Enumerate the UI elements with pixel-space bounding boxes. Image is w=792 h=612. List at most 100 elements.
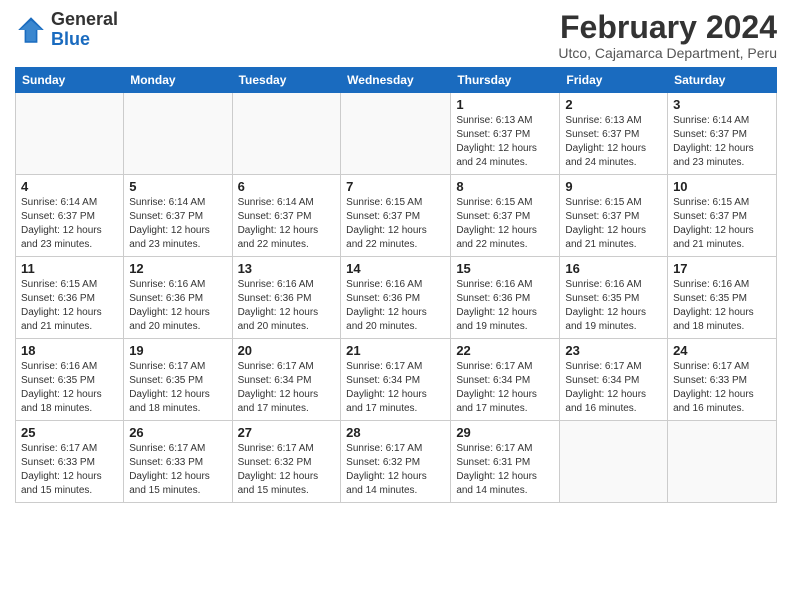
day-info: Sunrise: 6:16 AMSunset: 6:36 PMDaylight:… (456, 278, 554, 334)
calendar-cell (341, 93, 451, 175)
day-number: 20 (238, 343, 336, 358)
calendar-week-row: 11 Sunrise: 6:15 AMSunset: 6:36 PMDayligh… (16, 257, 777, 339)
calendar-week-row: 1Sunrise: 6:13 AMSunset: 6:37 PMDaylight… (16, 93, 777, 175)
day-number: 24 (673, 343, 771, 358)
day-number: 11 (21, 261, 118, 276)
weekday-header: Tuesday (232, 68, 341, 93)
day-info: Sunrise: 6:16 AMSunset: 6:36 PMDaylight:… (129, 278, 226, 334)
calendar-cell (668, 421, 777, 503)
day-info: Sunrise: 6:14 AMSunset: 6:37 PMDaylight:… (129, 196, 226, 252)
weekday-header: Monday (124, 68, 232, 93)
weekday-header-row: SundayMondayTuesdayWednesdayThursdayFrid… (16, 68, 777, 93)
day-info: Sunrise: 6:16 AMSunset: 6:36 PMDaylight:… (346, 278, 445, 334)
calendar-cell: 13Sunrise: 6:16 AMSunset: 6:36 PMDayligh… (232, 257, 341, 339)
day-number: 2 (565, 97, 662, 112)
day-info: Sunrise: 6:15 AMSunset: 6:37 PMDaylight:… (565, 196, 662, 252)
calendar-cell: 24 Sunrise: 6:17 AMSunset: 6:33 PMDayligh… (668, 339, 777, 421)
day-info: Sunrise: 6:15 AMSunset: 6:36 PMDaylight:… (21, 278, 118, 334)
page: General Blue February 2024 Utco, Cajamar… (0, 0, 792, 612)
day-number: 26 (129, 425, 226, 440)
calendar-cell: 12 Sunrise: 6:16 AMSunset: 6:36 PMDayligh… (124, 257, 232, 339)
calendar-cell: 10Sunrise: 6:15 AMSunset: 6:37 PMDayligh… (668, 175, 777, 257)
day-info: Sunrise: 6:13 AMSunset: 6:37 PMDaylight:… (565, 114, 662, 170)
day-number: 16 (565, 261, 662, 276)
weekday-header: Saturday (668, 68, 777, 93)
calendar-cell: 14 Sunrise: 6:16 AMSunset: 6:36 PMDayligh… (341, 257, 451, 339)
weekday-header: Friday (560, 68, 668, 93)
day-info: Sunrise: 6:16 AMSunset: 6:35 PMDaylight:… (673, 278, 771, 334)
calendar-cell: 19 Sunrise: 6:17 AMSunset: 6:35 PMDayligh… (124, 339, 232, 421)
calendar-cell: 5 Sunrise: 6:14 AMSunset: 6:37 PMDaylight… (124, 175, 232, 257)
calendar-cell: 22 Sunrise: 6:17 AMSunset: 6:34 PMDayligh… (451, 339, 560, 421)
day-info: Sunrise: 6:17 AMSunset: 6:34 PMDaylight:… (456, 360, 554, 416)
logo-blue: Blue (51, 30, 118, 50)
weekday-header: Sunday (16, 68, 124, 93)
title-area: February 2024 Utco, Cajamarca Department… (558, 10, 777, 61)
day-info: Sunrise: 6:17 AMSunset: 6:33 PMDaylight:… (673, 360, 771, 416)
day-info: Sunrise: 6:17 AMSunset: 6:32 PMDaylight:… (346, 442, 445, 498)
day-info: Sunrise: 6:17 AMSunset: 6:33 PMDaylight:… (21, 442, 118, 498)
calendar-cell (124, 93, 232, 175)
day-number: 18 (21, 343, 118, 358)
day-number: 4 (21, 179, 118, 194)
day-info: Sunrise: 6:15 AMSunset: 6:37 PMDaylight:… (673, 196, 771, 252)
day-number: 14 (346, 261, 445, 276)
calendar-cell: 18 Sunrise: 6:16 AMSunset: 6:35 PMDayligh… (16, 339, 124, 421)
weekday-header: Thursday (451, 68, 560, 93)
calendar-cell: 26 Sunrise: 6:17 AMSunset: 6:33 PMDayligh… (124, 421, 232, 503)
day-number: 6 (238, 179, 336, 194)
logo: General Blue (15, 10, 118, 50)
day-number: 19 (129, 343, 226, 358)
calendar-cell: 23Sunrise: 6:17 AMSunset: 6:34 PMDayligh… (560, 339, 668, 421)
day-number: 25 (21, 425, 118, 440)
calendar-cell: 25 Sunrise: 6:17 AMSunset: 6:33 PMDayligh… (16, 421, 124, 503)
day-number: 29 (456, 425, 554, 440)
day-info: Sunrise: 6:17 AMSunset: 6:34 PMDaylight:… (565, 360, 662, 416)
calendar-cell: 20 Sunrise: 6:17 AMSunset: 6:34 PMDayligh… (232, 339, 341, 421)
day-number: 5 (129, 179, 226, 194)
calendar-cell: 4 Sunrise: 6:14 AMSunset: 6:37 PMDaylight… (16, 175, 124, 257)
calendar: SundayMondayTuesdayWednesdayThursdayFrid… (15, 67, 777, 503)
subtitle: Utco, Cajamarca Department, Peru (558, 45, 777, 61)
day-info: Sunrise: 6:17 AMSunset: 6:33 PMDaylight:… (129, 442, 226, 498)
logo-general: General (51, 10, 118, 30)
calendar-cell: 28Sunrise: 6:17 AMSunset: 6:32 PMDayligh… (341, 421, 451, 503)
calendar-cell: 17 Sunrise: 6:16 AMSunset: 6:35 PMDayligh… (668, 257, 777, 339)
calendar-cell: 29Sunrise: 6:17 AMSunset: 6:31 PMDayligh… (451, 421, 560, 503)
day-number: 12 (129, 261, 226, 276)
calendar-cell: 15 Sunrise: 6:16 AMSunset: 6:36 PMDayligh… (451, 257, 560, 339)
logo-icon (15, 14, 47, 46)
day-info: Sunrise: 6:15 AMSunset: 6:37 PMDaylight:… (346, 196, 445, 252)
calendar-cell: 1Sunrise: 6:13 AMSunset: 6:37 PMDaylight… (451, 93, 560, 175)
day-number: 17 (673, 261, 771, 276)
calendar-week-row: 4 Sunrise: 6:14 AMSunset: 6:37 PMDaylight… (16, 175, 777, 257)
day-number: 9 (565, 179, 662, 194)
day-number: 15 (456, 261, 554, 276)
calendar-cell: 8 Sunrise: 6:15 AMSunset: 6:37 PMDaylight… (451, 175, 560, 257)
calendar-cell (16, 93, 124, 175)
day-info: Sunrise: 6:16 AMSunset: 6:35 PMDaylight:… (565, 278, 662, 334)
main-title: February 2024 (558, 10, 777, 45)
logo-text: General Blue (51, 10, 118, 50)
calendar-week-row: 25 Sunrise: 6:17 AMSunset: 6:33 PMDayligh… (16, 421, 777, 503)
calendar-cell: 11 Sunrise: 6:15 AMSunset: 6:36 PMDayligh… (16, 257, 124, 339)
day-info: Sunrise: 6:16 AMSunset: 6:36 PMDaylight:… (238, 278, 336, 334)
day-info: Sunrise: 6:16 AMSunset: 6:35 PMDaylight:… (21, 360, 118, 416)
day-info: Sunrise: 6:13 AMSunset: 6:37 PMDaylight:… (456, 114, 554, 170)
calendar-cell: 16 Sunrise: 6:16 AMSunset: 6:35 PMDayligh… (560, 257, 668, 339)
day-info: Sunrise: 6:17 AMSunset: 6:34 PMDaylight:… (238, 360, 336, 416)
calendar-cell (560, 421, 668, 503)
day-info: Sunrise: 6:15 AMSunset: 6:37 PMDaylight:… (456, 196, 554, 252)
day-number: 7 (346, 179, 445, 194)
calendar-week-row: 18 Sunrise: 6:16 AMSunset: 6:35 PMDayligh… (16, 339, 777, 421)
day-info: Sunrise: 6:14 AMSunset: 6:37 PMDaylight:… (238, 196, 336, 252)
day-number: 27 (238, 425, 336, 440)
header: General Blue February 2024 Utco, Cajamar… (15, 10, 777, 61)
day-number: 3 (673, 97, 771, 112)
day-info: Sunrise: 6:17 AMSunset: 6:35 PMDaylight:… (129, 360, 226, 416)
day-number: 8 (456, 179, 554, 194)
day-info: Sunrise: 6:14 AMSunset: 6:37 PMDaylight:… (21, 196, 118, 252)
day-info: Sunrise: 6:17 AMSunset: 6:32 PMDaylight:… (238, 442, 336, 498)
day-number: 22 (456, 343, 554, 358)
calendar-cell: 2 Sunrise: 6:13 AMSunset: 6:37 PMDaylight… (560, 93, 668, 175)
